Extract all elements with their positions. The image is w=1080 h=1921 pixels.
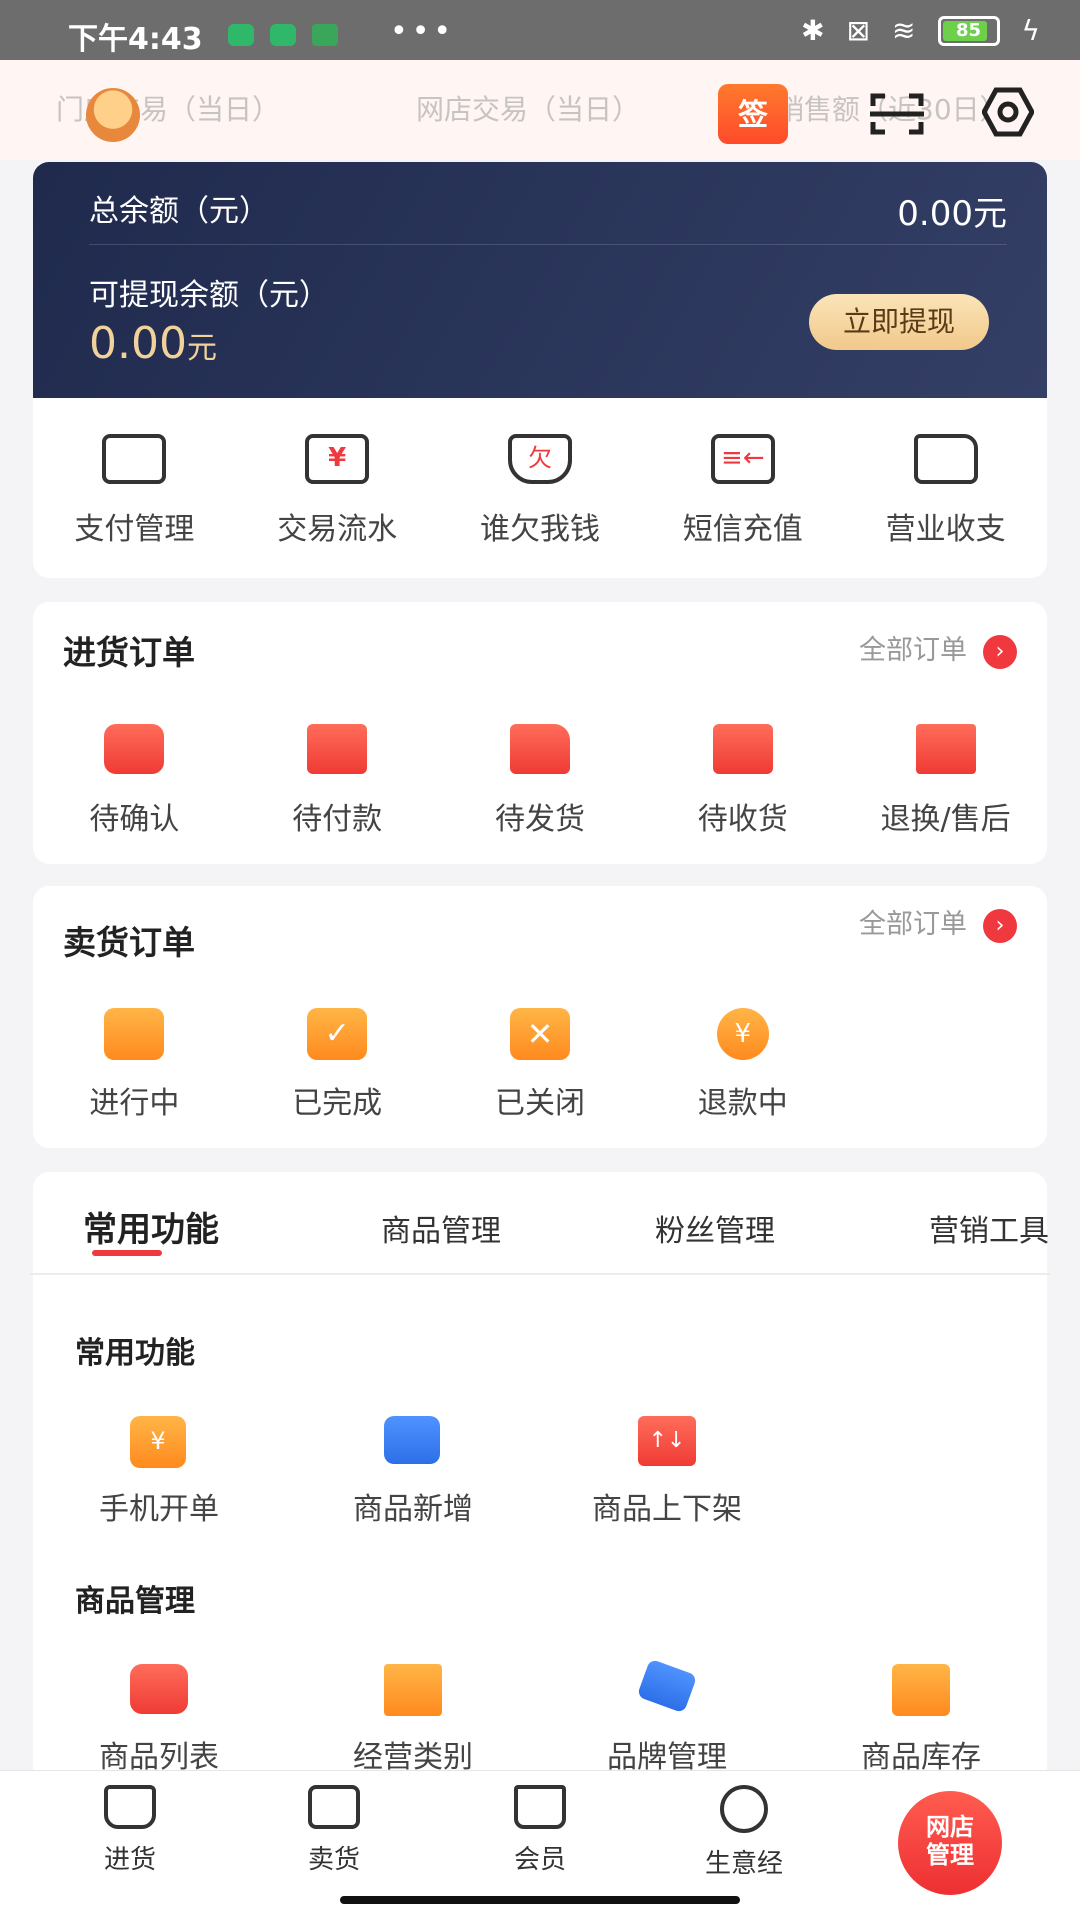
function-tabs: 常用功能 商品管理 粉丝管理 营销工具 (33, 1202, 1049, 1272)
shield-icon (270, 24, 296, 46)
settings-icon[interactable] (981, 86, 1035, 138)
avatar[interactable] (86, 88, 140, 142)
inventory-icon (892, 1664, 950, 1716)
brand-icon (636, 1658, 698, 1714)
close-icon: ✕ (509, 1008, 570, 1060)
confirm-icon (104, 724, 165, 774)
sales-orders-title: 卖货订单 (63, 923, 195, 962)
wifi-icon: ≋ (892, 14, 916, 47)
sales-in-progress[interactable]: 进行中 (33, 1004, 236, 1122)
func-product-list[interactable]: 商品列表 (59, 1660, 259, 1776)
shield-icon (228, 24, 254, 46)
debt-icon: 欠 (507, 434, 572, 484)
tab-marketing[interactable]: 营销工具 (929, 1206, 1049, 1250)
nav-business[interactable]: 生意经 (684, 1785, 804, 1880)
crown-icon (514, 1785, 566, 1829)
app-icon (312, 24, 338, 46)
product-list-icon (130, 1664, 188, 1714)
add-product-icon (384, 1416, 440, 1464)
nav-members[interactable]: 会员 (480, 1785, 600, 1876)
pay-icon (307, 724, 368, 774)
func-add-product[interactable]: 商品新增 (313, 1412, 513, 1528)
receive-icon (712, 724, 773, 774)
balance-card: 总余额（元） 0.00元 可提现余额（元） 0.00元 立即提现 (33, 162, 1047, 398)
quick-actions-card: 支付管理 ¥ 交易流水 欠 谁欠我钱 ≡← 短信充值 营业收支 (33, 398, 1047, 578)
sign-in-button[interactable]: 签 (718, 84, 788, 144)
quick-action-payment[interactable]: 支付管理 (33, 430, 236, 548)
nav-sell[interactable]: 卖货 (274, 1785, 394, 1876)
home-indicator[interactable] (340, 1896, 740, 1904)
nav-purchase[interactable]: 进货 (70, 1785, 190, 1876)
shop-label-line2: 管理 (926, 1841, 974, 1869)
sms-icon: ≡← (710, 434, 775, 484)
charging-icon: ϟ (1021, 14, 1040, 47)
withdrawable-label: 可提现余额（元） (89, 278, 329, 313)
purchase-orders-title: 进货订单 (63, 633, 195, 672)
order-pending-confirm[interactable]: 待确认 (33, 720, 236, 838)
clock-folder-icon (104, 1008, 165, 1060)
sim-icon: ⊠ (846, 14, 871, 47)
functions-card: 常用功能 商品管理 粉丝管理 营销工具 常用功能 ¥ 手机开单 商品新增 ↑↓ … (33, 1172, 1049, 1792)
quick-action-transactions[interactable]: ¥ 交易流水 (236, 430, 439, 548)
status-bar: 下午4:43 ••• ✱ ⊠ ≋ 85 ϟ (0, 0, 1080, 60)
order-return[interactable]: 退换/售后 (844, 720, 1047, 838)
withdrawable-value: 0.00元 (89, 318, 217, 369)
category-icon (384, 1664, 442, 1716)
purchase-orders-card: 进货订单 全部订单 › 待确认 待付款 待发货 待收货 退换/售后 (33, 602, 1047, 864)
divider (89, 244, 1007, 245)
order-pending-shipment[interactable]: 待发货 (439, 720, 642, 838)
status-right: ✱ ⊠ ≋ 85 ϟ (801, 14, 1040, 47)
group-title-products: 商品管理 (75, 1584, 195, 1619)
return-icon (915, 724, 976, 774)
sales-closed[interactable]: ✕ 已关闭 (439, 1004, 642, 1122)
bag-icon (104, 1785, 156, 1829)
func-shelf[interactable]: ↑↓ 商品上下架 (567, 1412, 767, 1528)
bluetooth-icon: ✱ (801, 14, 825, 47)
active-tab-indicator (92, 1250, 162, 1256)
quick-action-income[interactable]: 营业收支 (844, 430, 1047, 548)
phone-order-icon: ¥ (130, 1416, 186, 1468)
card-icon (102, 434, 167, 484)
nav-shop-management[interactable]: 网店 管理 (898, 1791, 1002, 1895)
func-category[interactable]: 经营类别 (313, 1660, 513, 1776)
ghost-stat: 网店交易（当日） (416, 93, 641, 126)
compass-icon (720, 1785, 768, 1833)
yuan-icon: ¥ (305, 434, 370, 484)
sales-orders-card: 卖货订单 全部订单 › 进行中 ✓ 已完成 ✕ 已关闭 ¥ 退款中 (33, 886, 1047, 1148)
refund-icon: ¥ (716, 1008, 769, 1060)
order-pending-receipt[interactable]: 待收货 (641, 720, 844, 838)
quick-action-debts[interactable]: 欠 谁欠我钱 (439, 430, 642, 548)
tab-products[interactable]: 商品管理 (381, 1206, 501, 1250)
chevron-right-icon: › (983, 908, 1017, 943)
shop-label-line1: 网店 (926, 1813, 974, 1841)
sales-refunding[interactable]: ¥ 退款中 (641, 1004, 844, 1122)
func-inventory[interactable]: 商品库存 (821, 1660, 1021, 1776)
chart-icon (308, 1785, 360, 1829)
tab-common[interactable]: 常用功能 (83, 1202, 219, 1251)
withdraw-button[interactable]: 立即提现 (809, 294, 989, 350)
sales-completed[interactable]: ✓ 已完成 (236, 1004, 439, 1122)
sales-orders-all-link[interactable]: 全部订单 › (859, 902, 1017, 943)
total-balance-value: 0.00元 (897, 194, 1007, 234)
check-icon: ✓ (307, 1008, 368, 1060)
truck-icon (509, 724, 570, 774)
tab-fans[interactable]: 粉丝管理 (655, 1206, 775, 1250)
status-notification-icons (228, 24, 338, 46)
purchase-orders-all-link[interactable]: 全部订单 › (859, 628, 1017, 669)
divider (30, 1273, 1050, 1275)
func-brand[interactable]: 品牌管理 (567, 1658, 767, 1776)
total-balance-label: 总余额（元） (89, 194, 269, 229)
quick-action-sms[interactable]: ≡← 短信充值 (641, 430, 844, 548)
wallet-icon (913, 434, 978, 484)
status-time: 下午4:43 (68, 22, 203, 57)
func-mobile-order[interactable]: ¥ 手机开单 (59, 1412, 259, 1528)
shelf-icon: ↑↓ (638, 1416, 696, 1466)
chevron-right-icon: › (983, 634, 1017, 669)
order-pending-payment[interactable]: 待付款 (236, 720, 439, 838)
scan-icon[interactable] (870, 92, 924, 136)
more-notifications: ••• (390, 14, 456, 49)
group-title-common: 常用功能 (75, 1336, 195, 1371)
battery-icon: 85 (937, 15, 1000, 46)
